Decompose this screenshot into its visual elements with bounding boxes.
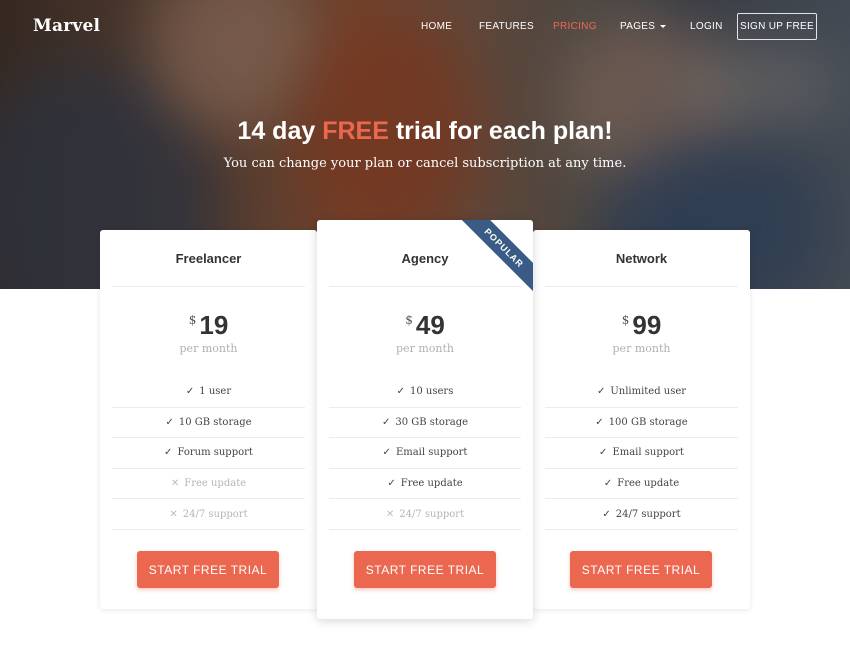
check-icon: ✓ bbox=[599, 447, 608, 459]
divider bbox=[545, 286, 738, 287]
feature-item: ✓ Forum support bbox=[112, 438, 305, 469]
currency-symbol: $ bbox=[188, 313, 197, 327]
feature-item: ✓ 100 GB storage bbox=[545, 408, 738, 439]
feature-item: ✓ 30 GB storage bbox=[329, 408, 521, 439]
price-amount: 49 bbox=[415, 310, 445, 340]
check-icon: ✓ bbox=[381, 416, 391, 428]
hero-title-start: 14 day bbox=[237, 117, 323, 145]
divider bbox=[329, 286, 521, 287]
check-icon: ✓ bbox=[387, 478, 396, 490]
feature-list: ✓ 10 users ✓ 30 GB storage ✓ Email support ✓ Fr… bbox=[329, 377, 521, 530]
cross-icon: ✕ bbox=[385, 508, 395, 520]
caret-down-icon bbox=[660, 24, 667, 28]
hero-title-end: trial for each plan! bbox=[388, 117, 613, 145]
start-trial-button[interactable]: START FREE TRIAL bbox=[137, 551, 279, 588]
feature-label: Free update bbox=[617, 478, 680, 490]
feature-label: Email support bbox=[612, 447, 684, 459]
price-period: per month bbox=[612, 342, 671, 355]
feature-label: 24/7 support bbox=[615, 508, 681, 520]
start-trial-button[interactable]: START FREE TRIAL bbox=[570, 551, 712, 588]
feature-label: 10 GB storage bbox=[178, 416, 252, 428]
price-amount: 19 bbox=[199, 310, 229, 340]
check-icon: ✓ bbox=[596, 386, 606, 398]
feature-label: 24/7 support bbox=[399, 508, 465, 520]
feature-list: ✓ Unlimited user ✓ 100 GB storage ✓ Email sup… bbox=[545, 377, 738, 530]
feature-item: ✓ 24/7 support bbox=[545, 499, 738, 530]
check-icon: ✓ bbox=[396, 386, 406, 398]
cross-icon: ✕ bbox=[170, 478, 180, 490]
plan-price: $19 bbox=[100, 310, 317, 340]
start-trial-button[interactable]: START FREE TRIAL bbox=[354, 551, 496, 588]
plan-name: Agency bbox=[401, 251, 449, 266]
check-icon: ✓ bbox=[602, 508, 611, 520]
hero-subtitle: You can change your plan or cancel subsc… bbox=[223, 156, 627, 171]
check-icon: ✓ bbox=[164, 447, 173, 459]
feature-item: ✕ 24/7 support bbox=[112, 499, 305, 530]
feature-item: ✕ 24/7 support bbox=[329, 499, 521, 530]
check-icon: ✓ bbox=[595, 416, 604, 428]
pricing-card-freelancer: Freelancer $19 per month ✓ 1 user ✓ 10 GB s… bbox=[100, 230, 317, 609]
plan-price: $49 bbox=[317, 310, 533, 340]
hero-title: 14 day FREE trial for each plan! bbox=[0, 117, 850, 146]
check-icon: ✓ bbox=[165, 416, 174, 428]
check-icon: ✓ bbox=[185, 386, 195, 398]
currency-symbol: $ bbox=[621, 313, 630, 327]
nav-login[interactable]: LOGIN bbox=[690, 21, 723, 35]
feature-label: Free update bbox=[400, 478, 463, 490]
nav-pages-label: PAGES bbox=[620, 21, 656, 32]
currency-symbol: $ bbox=[405, 313, 413, 327]
feature-label: 100 GB storage bbox=[608, 416, 688, 428]
check-icon: ✓ bbox=[603, 478, 613, 490]
feature-item: ✓ 10 users bbox=[329, 377, 521, 408]
divider bbox=[112, 286, 305, 287]
feature-item: ✓ Unlimited user bbox=[545, 377, 738, 408]
feature-label: Email support bbox=[395, 447, 468, 459]
plan-name: Network bbox=[615, 251, 668, 266]
feature-label: Free update bbox=[184, 478, 247, 490]
feature-item: ✓ Email support bbox=[545, 438, 738, 469]
plan-name: Freelancer bbox=[175, 251, 242, 266]
feature-item: ✓ Free update bbox=[329, 469, 521, 500]
feature-item: ✓ 10 GB storage bbox=[112, 408, 305, 439]
feature-item: ✓ Free update bbox=[545, 469, 738, 500]
nav-pages[interactable]: PAGES bbox=[620, 21, 667, 35]
signup-button[interactable]: SIGN UP FREE bbox=[737, 13, 817, 40]
nav-pricing[interactable]: PRICING bbox=[553, 21, 597, 35]
feature-label: Forum support bbox=[177, 447, 253, 459]
feature-item: ✓ 1 user bbox=[112, 377, 305, 408]
price-period: per month bbox=[179, 342, 238, 355]
pricing-card-agency: POPULAR Agency $49 per month ✓ 10 users ✓ 3… bbox=[317, 220, 533, 619]
plan-price: $99 bbox=[533, 310, 750, 340]
feature-label: 24/7 support bbox=[182, 508, 248, 520]
pricing-card-network: Network $99 per month ✓ Unlimited user ✓ 10… bbox=[533, 230, 750, 609]
price-period: per month bbox=[396, 342, 454, 355]
site-logo[interactable]: Marvel bbox=[33, 16, 100, 36]
feature-label: Unlimited user bbox=[610, 386, 687, 398]
price-amount: 99 bbox=[632, 310, 662, 340]
feature-label: 30 GB storage bbox=[395, 416, 469, 428]
feature-list: ✓ 1 user ✓ 10 GB storage ✓ Forum support ✕ Free… bbox=[112, 377, 305, 530]
feature-item: ✕ Free update bbox=[112, 469, 305, 500]
feature-label: 1 user bbox=[199, 386, 232, 398]
feature-item: ✓ Email support bbox=[329, 438, 521, 469]
nav-home[interactable]: HOME bbox=[421, 21, 452, 35]
hero-title-accent: FREE bbox=[322, 117, 389, 145]
check-icon: ✓ bbox=[382, 447, 391, 459]
cross-icon: ✕ bbox=[169, 508, 178, 520]
feature-label: 10 users bbox=[410, 386, 454, 398]
